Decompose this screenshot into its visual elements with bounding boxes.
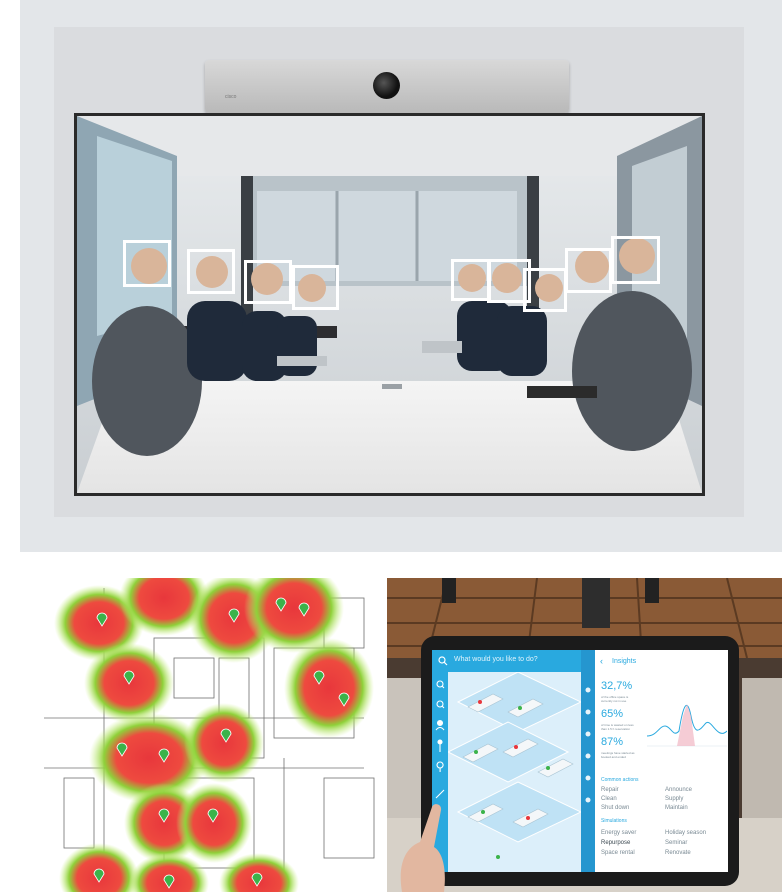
- simulation-item[interactable]: Seminar: [665, 840, 687, 846]
- face-detection-box: [565, 248, 612, 293]
- face-detection-box: [451, 259, 491, 301]
- action-item[interactable]: Shut down: [601, 805, 629, 811]
- tablet-side-rail: [581, 650, 595, 872]
- face-detection-box: [244, 260, 292, 304]
- stat-desc: of the office space is currently not in …: [601, 695, 629, 703]
- simulation-item[interactable]: Energy saver: [601, 830, 636, 836]
- simulation-item[interactable]: Space rental: [601, 850, 635, 856]
- rail-icons: [585, 687, 591, 803]
- simulation-item[interactable]: Repurpose: [601, 840, 630, 846]
- search-icon: [438, 656, 448, 666]
- hand: [400, 804, 445, 892]
- insights-sparkline: [647, 704, 727, 747]
- stat-value: 65%: [601, 708, 624, 720]
- stat-value: 32,7%: [601, 680, 633, 692]
- tablet-search-bar[interactable]: What would you like to do?: [432, 650, 581, 672]
- common-actions-heading: Common actions: [601, 777, 639, 783]
- action-item[interactable]: Clean: [601, 796, 617, 802]
- face-detection-box: [292, 265, 339, 310]
- heatmap-svg: [44, 578, 375, 892]
- stat-value: 87%: [601, 736, 624, 748]
- insights-panel: ‹ Insights 32,7% of the office space is …: [595, 650, 728, 872]
- face-detection-box: [123, 240, 171, 287]
- tablet-screen: What would you like to do? ‹ Insights 32…: [432, 650, 728, 872]
- stat-desc: of time is wasted on less than 1.5 h res…: [601, 723, 634, 731]
- camera-brand: cisco: [225, 94, 237, 100]
- simulation-item[interactable]: Holiday season: [665, 830, 706, 836]
- action-item[interactable]: Supply: [665, 796, 683, 802]
- face-detection-box: [523, 268, 567, 312]
- insights-title: Insights: [612, 658, 637, 665]
- camera-bar: cisco: [205, 60, 569, 113]
- action-item[interactable]: Maintain: [665, 805, 688, 811]
- action-item[interactable]: Repair: [601, 787, 619, 793]
- action-item[interactable]: Announce: [665, 787, 692, 793]
- isometric-office-map[interactable]: [446, 671, 583, 872]
- simulation-item[interactable]: Renovate: [665, 850, 691, 856]
- tablet-device: What would you like to do? ‹ Insights 32…: [421, 636, 739, 886]
- stat-desc: meetings have started as booked and ende…: [601, 751, 635, 759]
- camera-lens-icon: [373, 72, 400, 99]
- search-placeholder: What would you like to do?: [454, 656, 538, 663]
- isometric-map-svg: [446, 671, 583, 872]
- simulations-heading: Simulations: [601, 818, 627, 824]
- back-chevron-icon[interactable]: ‹: [600, 656, 603, 666]
- face-detection-box: [611, 236, 660, 284]
- heatmap-floorplan: [24, 578, 385, 892]
- face-detection-box: [187, 249, 235, 294]
- display-screen: [74, 113, 705, 496]
- meeting-room-scene: [77, 116, 702, 493]
